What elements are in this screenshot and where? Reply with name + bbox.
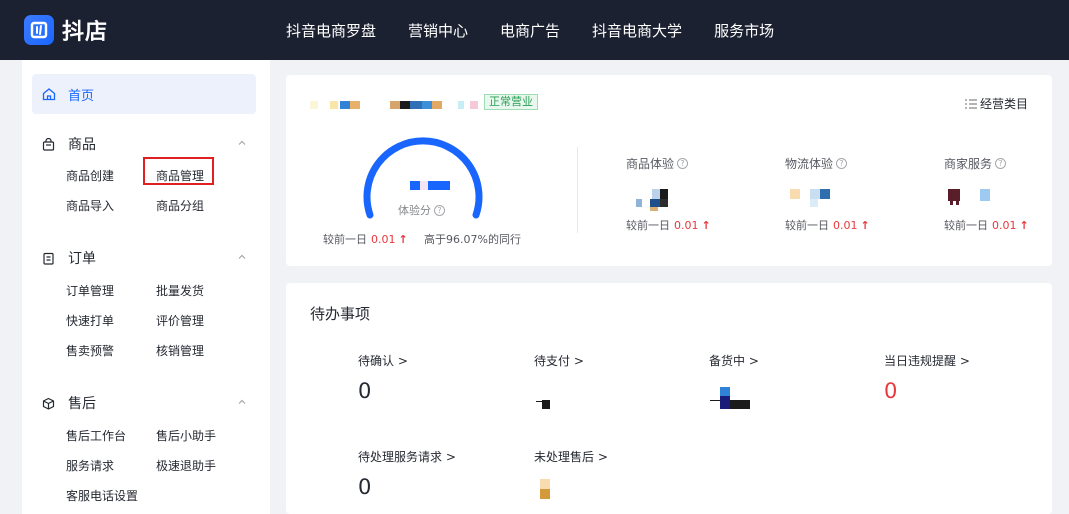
chevron-up-icon[interactable]: [236, 396, 248, 408]
score-rank: 高于96.07%的同行: [424, 233, 521, 246]
top-navigation-bar: 抖店 抖音电商罗盘 营销中心 电商广告 抖音电商大学 服务市场: [0, 0, 1069, 60]
category-button[interactable]: 经营类目: [964, 95, 1028, 112]
metric-goods-compare-prefix: 较前一日: [626, 219, 670, 232]
metric-service-title-text: 商家服务: [944, 157, 993, 171]
nav-ads[interactable]: 电商广告: [500, 20, 560, 41]
list-icon: [964, 98, 977, 109]
todo-to-pay-label: 待支付: [534, 354, 571, 368]
help-icon[interactable]: ?: [677, 158, 689, 169]
sidebar-group-goods: 商品: [42, 133, 252, 155]
sidebar-item-batch-ship[interactable]: 批量发货: [156, 282, 204, 299]
shop-overview-card: 正常营业 经营类目 体验分 ? 较前一日 0.01 ↑ 高于96.07%的同行 …: [286, 75, 1052, 266]
todo-to-pay[interactable]: 待支付 >: [534, 352, 584, 369]
metric-logistics-compare-prefix: 较前一日: [785, 219, 829, 232]
todo-service-request-label: 待处理服务请求: [358, 450, 443, 464]
help-icon[interactable]: ?: [995, 158, 1007, 169]
sidebar-group-goods-header[interactable]: 商品: [42, 133, 252, 155]
sidebar-item-sales-alert[interactable]: 售卖预警: [66, 342, 114, 359]
logo-text: 抖店: [62, 20, 109, 45]
sidebar-item-writeoff-manage[interactable]: 核销管理: [156, 342, 204, 359]
sidebar: 首页 商品 商品创建 商品管理 商品导入 商品分组 订单 订单管理 批量发货 快…: [22, 60, 270, 514]
sidebar-group-aftersale-header[interactable]: 售后: [42, 392, 252, 414]
nav-marketing[interactable]: 营销中心: [408, 20, 468, 41]
sidebar-item-goods-create[interactable]: 商品创建: [66, 167, 114, 184]
sidebar-group-order-header[interactable]: 订单: [42, 247, 252, 269]
sidebar-group-goods-title: 商品: [68, 137, 96, 153]
sidebar-item-home-label: 首页: [68, 88, 95, 104]
nav-service-market[interactable]: 服务市场: [714, 20, 774, 41]
highlight-box: [143, 157, 214, 185]
logo[interactable]: 抖店: [24, 14, 108, 46]
sidebar-item-phone-settings[interactable]: 客服电话设置: [66, 487, 138, 504]
metric-logistics-title-text: 物流体验: [785, 157, 834, 171]
sidebar-item-service-request[interactable]: 服务请求: [66, 457, 114, 474]
score-compare-prefix: 较前一日: [323, 233, 367, 246]
todo-aftersale-label: 未处理售后: [534, 450, 595, 464]
metric-goods-compare: 较前一日 0.01 ↑: [626, 217, 711, 233]
box-icon: [42, 397, 55, 410]
main-nav: 抖音电商罗盘 营销中心 电商广告 抖音电商大学 服务市场: [286, 0, 806, 60]
home-icon: [42, 88, 56, 101]
score-label: 体验分 ?: [398, 202, 445, 218]
sidebar-item-goods-group[interactable]: 商品分组: [156, 197, 204, 214]
todo-to-confirm[interactable]: 待确认 >: [358, 352, 408, 369]
sidebar-group-order-title: 订单: [68, 251, 96, 267]
sidebar-item-goods-import[interactable]: 商品导入: [66, 197, 114, 214]
todo-card: 待办事项 待确认 > 0 待支付 > 备货中 > 当日违规提醒 > 0 待处理服…: [286, 283, 1052, 514]
bag-icon: [42, 137, 55, 151]
chevron-up-icon[interactable]: [236, 251, 248, 263]
metric-goods-title: 商品体验 ?: [626, 155, 689, 172]
metric-service-compare-prefix: 较前一日: [944, 219, 988, 232]
todo-aftersale[interactable]: 未处理售后 >: [534, 448, 608, 465]
doudian-logo-icon: [24, 15, 54, 45]
todo-violation-alert-value: 0: [884, 379, 898, 403]
metric-logistics-compare-value: 0.01: [833, 218, 858, 232]
todo-stocking[interactable]: 备货中 >: [709, 352, 759, 369]
help-icon[interactable]: ?: [836, 158, 848, 169]
metric-logistics-compare: 较前一日 0.01 ↑: [785, 217, 870, 233]
todo-service-request-value: 0: [358, 475, 372, 499]
metric-goods-compare-value: 0.01: [674, 218, 699, 232]
sidebar-item-fast-refund[interactable]: 极速退助手: [156, 457, 216, 474]
sidebar-item-quick-print[interactable]: 快速打单: [66, 312, 114, 329]
status-badge: 正常营业: [484, 94, 538, 110]
arrow-up-icon: ↑: [701, 218, 711, 232]
metric-service-title: 商家服务 ?: [944, 155, 1007, 172]
metric-logistics-title: 物流体验 ?: [785, 155, 848, 172]
divider: [577, 147, 578, 233]
chevron-up-icon[interactable]: [236, 137, 248, 149]
score-label-text: 体验分: [398, 204, 431, 217]
todo-title: 待办事项: [310, 305, 371, 323]
metric-service-compare: 较前一日 0.01 ↑: [944, 217, 1029, 233]
todo-service-request[interactable]: 待处理服务请求 >: [358, 448, 456, 465]
todo-to-confirm-label: 待确认: [358, 354, 395, 368]
sidebar-group-aftersale: 售后: [42, 392, 252, 414]
nav-compass[interactable]: 抖音电商罗盘: [286, 20, 376, 41]
sidebar-item-home[interactable]: 首页: [32, 74, 256, 114]
arrow-up-icon: ↑: [398, 232, 408, 246]
todo-stocking-label: 备货中: [709, 354, 746, 368]
score-compare: 较前一日 0.01 ↑: [323, 231, 408, 247]
category-button-label: 经营类目: [979, 97, 1028, 111]
sidebar-item-order-manage[interactable]: 订单管理: [66, 282, 114, 299]
nav-university[interactable]: 抖音电商大学: [592, 20, 682, 41]
order-icon: [43, 252, 54, 265]
sidebar-group-aftersale-title: 售后: [68, 396, 96, 412]
sidebar-item-review-manage[interactable]: 评价管理: [156, 312, 204, 329]
help-icon[interactable]: ?: [434, 204, 445, 216]
sidebar-group-order: 订单: [42, 247, 252, 269]
metric-service-compare-value: 0.01: [992, 218, 1017, 232]
score-compare-value: 0.01: [371, 232, 396, 246]
arrow-up-icon: ↑: [1019, 218, 1029, 232]
todo-to-confirm-value: 0: [358, 379, 372, 403]
metric-goods-title-text: 商品体验: [626, 157, 675, 171]
sidebar-item-aftersale-assistant[interactable]: 售后小助手: [156, 427, 216, 444]
sidebar-item-aftersale-desk[interactable]: 售后工作台: [66, 427, 126, 444]
todo-violation-alert-label: 当日违规提醒: [884, 354, 957, 368]
arrow-up-icon: ↑: [860, 218, 870, 232]
todo-violation-alert[interactable]: 当日违规提醒 >: [884, 352, 970, 369]
